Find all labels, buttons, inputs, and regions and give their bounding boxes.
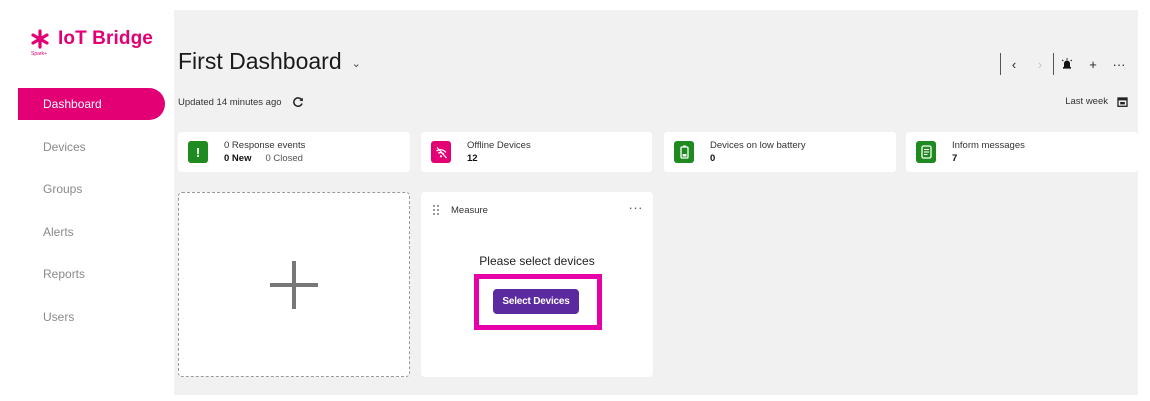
kpi-label: Devices on low battery (710, 139, 806, 151)
select-devices-button[interactable]: Select Devices (493, 289, 579, 314)
dashboard-title-selector[interactable]: First Dashboard ⌄ (178, 48, 361, 75)
sidebar-item-alerts[interactable]: Alerts (18, 216, 165, 248)
alarm-button[interactable] (1054, 52, 1080, 76)
plus-icon (270, 260, 318, 309)
period-selector[interactable]: Last week (1065, 96, 1128, 107)
kpi-body: Devices on low battery 0 (710, 139, 806, 166)
sidebar-item-reports[interactable]: Reports (18, 258, 165, 290)
chevron-down-icon: ⌄ (351, 58, 361, 70)
refresh-icon[interactable] (292, 96, 304, 108)
sidebar-item-users[interactable]: Users (18, 301, 165, 333)
add-widget-button[interactable]: + (1080, 52, 1106, 76)
next-dashboard-button[interactable]: › (1027, 52, 1053, 76)
add-widget-tile[interactable] (178, 192, 410, 377)
kpi-new-count: 0 New (224, 152, 252, 164)
exclamation-icon: ! (188, 141, 208, 163)
widget-menu-button[interactable]: ··· (629, 200, 644, 215)
app-name: IoT Bridge (58, 28, 153, 49)
sidebar-nav: Dashboard Devices Groups Alerts Reports … (18, 88, 165, 343)
kpi-offline-devices[interactable]: Offline Devices 12 (421, 132, 652, 172)
more-options-button[interactable]: ··· (1106, 52, 1132, 76)
sidebar-item-groups[interactable]: Groups (18, 173, 165, 205)
offline-signal-icon (431, 141, 451, 163)
asterisk-logo-icon (31, 29, 49, 49)
period-label: Last week (1065, 96, 1108, 107)
last-updated: Updated 14 minutes ago (178, 96, 304, 108)
kpi-response-events[interactable]: ! 0 Response events 0 New 0 Closed (178, 132, 410, 172)
alarm-icon (1061, 58, 1073, 69)
widget-title: Measure (451, 205, 488, 216)
page-title: First Dashboard (178, 48, 342, 74)
sidebar-item-dashboard[interactable]: Dashboard (18, 88, 165, 120)
measure-widget: Measure ··· Please select devices Select… (421, 192, 653, 377)
message-icon (916, 141, 936, 163)
kpi-inform-messages[interactable]: Inform messages 7 (906, 132, 1138, 172)
kpi-low-battery[interactable]: Devices on low battery 0 (664, 132, 896, 172)
empty-state-text: Please select devices (479, 254, 595, 268)
drag-handle-icon[interactable] (432, 204, 440, 216)
kpi-label: Offline Devices (467, 139, 531, 151)
kpi-label: 0 Response events (224, 139, 306, 151)
updated-text: Updated 14 minutes ago (178, 96, 282, 108)
kpi-label: Inform messages (952, 139, 1025, 151)
app-logo[interactable]: IoT Bridge (30, 28, 153, 50)
dashboard-toolbar: ‹ › + ··· (1000, 52, 1132, 76)
calendar-icon (1117, 97, 1128, 107)
dashboard-main: First Dashboard ⌄ Updated 14 minutes ago… (174, 10, 1138, 395)
app-sub-brand: Spark+ (31, 51, 47, 57)
kpi-values: 0 New 0 Closed (224, 152, 305, 166)
kpi-body: Offline Devices 12 (467, 139, 531, 166)
prev-dashboard-button[interactable]: ‹ (1001, 52, 1027, 76)
kpi-body: 0 Response events 0 New 0 Closed (224, 139, 305, 166)
battery-icon (674, 141, 694, 163)
sidebar-item-devices[interactable]: Devices (18, 131, 165, 163)
kpi-value: 12 (467, 152, 478, 164)
kpi-body: Inform messages 7 (952, 139, 1025, 166)
kpi-value: 0 (710, 152, 716, 164)
kpi-value: 7 (952, 152, 958, 164)
kpi-closed-count: 0 Closed (265, 152, 303, 164)
sidebar: IoT Bridge Spark+ Dashboard Devices Grou… (0, 0, 170, 401)
